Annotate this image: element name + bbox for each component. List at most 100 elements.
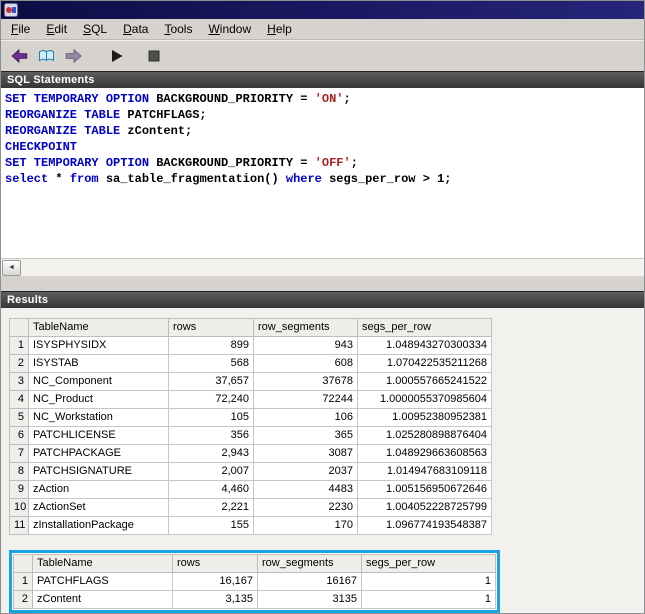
- table-row[interactable]: 3 NC_Component 37,657 37678 1.00055766524152…: [9, 372, 492, 391]
- cell-row-segments: 4483: [253, 480, 358, 499]
- cell-tablename: zAction: [28, 480, 169, 499]
- table-row[interactable]: 1 ISYSPHYSIDX 899 943 1.048943270300334: [9, 336, 492, 355]
- sql-editor[interactable]: SET TEMPORARY OPTION BACKGROUND_PRIORITY…: [1, 88, 644, 258]
- menu-sql[interactable]: SQL: [75, 20, 115, 39]
- menu-help[interactable]: Help: [259, 20, 300, 39]
- menu-edit[interactable]: Edit: [38, 20, 75, 39]
- column-header-row-segments[interactable]: row_segments: [253, 318, 358, 337]
- sql-line: SET TEMPORARY OPTION BACKGROUND_PRIORITY…: [5, 92, 351, 106]
- menu-data[interactable]: Data: [115, 20, 156, 39]
- cell-segs-per-row: 1: [361, 590, 496, 609]
- recall-button[interactable]: [33, 44, 60, 69]
- cell-tablename: ISYSTAB: [28, 354, 169, 373]
- table-row[interactable]: 8 PATCHSIGNATURE 2,007 2037 1.01494768310911…: [9, 462, 492, 481]
- sql-line: CHECKPOINT: [5, 140, 78, 154]
- panel-divider: [1, 276, 644, 291]
- cell-segs-per-row: 1.0000055370985604: [357, 390, 492, 409]
- cell-row-segments: 2230: [253, 498, 358, 517]
- row-number: 9: [9, 480, 29, 499]
- column-header-tablename[interactable]: TableName: [28, 318, 169, 337]
- row-number: 5: [9, 408, 29, 427]
- cell-tablename: PATCHSIGNATURE: [28, 462, 169, 481]
- cell-rows: 568: [168, 354, 254, 373]
- sql-statements-title: SQL Statements: [7, 74, 95, 86]
- cell-tablename: zActionSet: [28, 498, 169, 517]
- row-number: 7: [9, 444, 29, 463]
- cell-tablename: NC_Component: [28, 372, 169, 391]
- header-row: TableName rows row_segments segs_per_row: [9, 318, 492, 337]
- forward-button[interactable]: [60, 44, 87, 69]
- highlight-table-row[interactable]: 2 zContent 3,135 3135 1: [13, 590, 496, 609]
- cell-rows: 3,135: [172, 590, 258, 609]
- cell-segs-per-row: 1.004052228725799: [357, 498, 492, 517]
- row-number-header: [9, 318, 29, 337]
- column-header-rows[interactable]: rows: [168, 318, 254, 337]
- cell-row-segments: 16167: [257, 572, 362, 591]
- table-row[interactable]: 10 zActionSet 2,221 2230 1.004052228725799: [9, 498, 492, 517]
- toolbar: [1, 40, 644, 71]
- table-row[interactable]: 6 PATCHLICENSE 356 365 1.025280898876404: [9, 426, 492, 445]
- cell-segs-per-row: 1.070422535211268: [357, 354, 492, 373]
- cell-row-segments: 37678: [253, 372, 358, 391]
- column-header-segs-per-row[interactable]: segs_per_row: [361, 554, 496, 573]
- row-number: 11: [9, 516, 29, 535]
- cell-tablename: PATCHPACKAGE: [28, 444, 169, 463]
- cell-rows: 4,460: [168, 480, 254, 499]
- cell-rows: 37,657: [168, 372, 254, 391]
- cell-row-segments: 72244: [253, 390, 358, 409]
- column-header-row-segments[interactable]: row_segments: [257, 554, 362, 573]
- menu-file[interactable]: File: [3, 20, 38, 39]
- column-header-rows[interactable]: rows: [172, 554, 258, 573]
- app-window: File Edit SQL Data Tools Window Help SQL State…: [0, 0, 645, 614]
- results-title: Results: [7, 294, 49, 306]
- scroll-left-icon: ◄: [8, 264, 15, 271]
- row-number: 2: [13, 590, 33, 609]
- row-number: 6: [9, 426, 29, 445]
- cell-tablename: PATCHLICENSE: [28, 426, 169, 445]
- table-row[interactable]: 11 zInstallationPackage 155 170 1.0967741935…: [9, 516, 492, 535]
- stop-icon: [148, 50, 160, 62]
- cell-row-segments: 3087: [253, 444, 358, 463]
- cell-row-segments: 365: [253, 426, 358, 445]
- sql-line: select * from sa_table_fragmentation() w…: [5, 172, 452, 186]
- cell-rows: 72,240: [168, 390, 254, 409]
- highlight-table-row[interactable]: 1 PATCHFLAGS 16,167 16167 1: [13, 572, 496, 591]
- row-number: 2: [9, 354, 29, 373]
- table-row[interactable]: 2 ISYSTAB 568 608 1.070422535211268: [9, 354, 492, 373]
- cell-rows: 356: [168, 426, 254, 445]
- sql-horizontal-scrollbar[interactable]: ◄: [1, 258, 644, 276]
- column-header-tablename[interactable]: TableName: [32, 554, 173, 573]
- row-number: 1: [9, 336, 29, 355]
- table-row[interactable]: 7 PATCHPACKAGE 2,943 3087 1.048929663608563: [9, 444, 492, 463]
- cell-tablename: NC_Workstation: [28, 408, 169, 427]
- table-row[interactable]: 9 zAction 4,460 4483 1.005156950672646: [9, 480, 492, 499]
- scroll-left-button[interactable]: ◄: [2, 259, 21, 276]
- title-bar[interactable]: [1, 1, 644, 19]
- table-row[interactable]: 5 NC_Workstation 105 106 1.00952380952381: [9, 408, 492, 427]
- cell-row-segments: 106: [253, 408, 358, 427]
- cell-segs-per-row: 1.048943270300334: [357, 336, 492, 355]
- cell-rows: 2,221: [168, 498, 254, 517]
- execute-button[interactable]: [103, 44, 130, 69]
- app-icon: [4, 3, 18, 17]
- column-header-segs-per-row[interactable]: segs_per_row: [357, 318, 492, 337]
- sql-line: REORGANIZE TABLE PATCHFLAGS;: [5, 108, 207, 122]
- cell-tablename: NC_Product: [28, 390, 169, 409]
- row-number: 3: [9, 372, 29, 391]
- cell-row-segments: 3135: [257, 590, 362, 609]
- sql-line: REORGANIZE TABLE zContent;: [5, 124, 193, 138]
- results-table: TableName rows row_segments segs_per_row 1I…: [9, 318, 492, 535]
- menu-window[interactable]: Window: [200, 20, 259, 39]
- highlight-annotation: TableName rows row_segments segs_per_row 1P…: [9, 550, 500, 613]
- cell-row-segments: 2037: [253, 462, 358, 481]
- interrupt-button[interactable]: [140, 44, 167, 69]
- cell-rows: 899: [168, 336, 254, 355]
- menu-tools[interactable]: Tools: [156, 20, 200, 39]
- table-row[interactable]: 4 NC_Product 72,240 72244 1.0000055370985604: [9, 390, 492, 409]
- cell-segs-per-row: 1.00952380952381: [357, 408, 492, 427]
- back-button[interactable]: [6, 44, 33, 69]
- cell-segs-per-row: 1: [361, 572, 496, 591]
- cell-segs-per-row: 1.096774193548387: [357, 516, 492, 535]
- results-header: Results: [1, 291, 644, 308]
- cell-row-segments: 170: [253, 516, 358, 535]
